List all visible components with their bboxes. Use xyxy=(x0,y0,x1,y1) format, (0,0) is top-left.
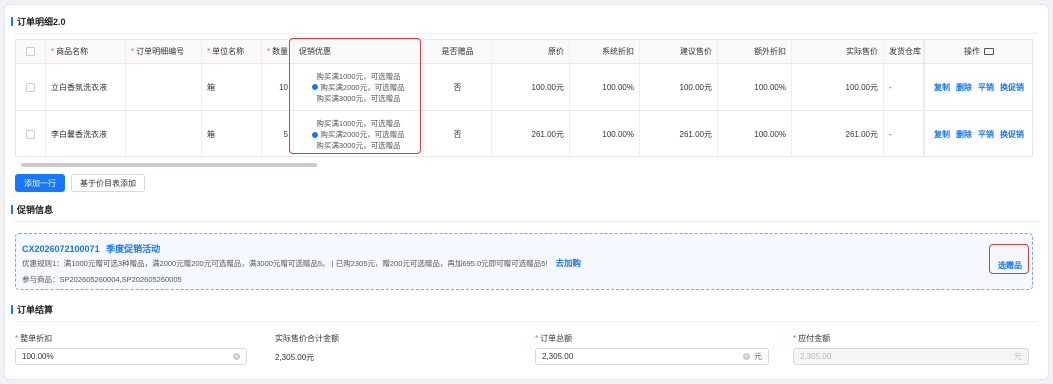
col-actual-price: 实际售价 xyxy=(846,47,878,56)
col-warehouse: 发货仓库 xyxy=(889,47,921,56)
payable-input: 2,305.00 元 xyxy=(793,348,1029,365)
cell-sys-discount: 100.00% xyxy=(570,111,640,156)
cell-warehouse[interactable]: - xyxy=(884,64,924,110)
clear-icon[interactable]: ✕ xyxy=(743,353,750,360)
flat-sale-link[interactable]: 平销 xyxy=(978,129,994,140)
cell-suggest-price: 261.00元 xyxy=(640,111,718,156)
cell-actual-price[interactable]: 100.00元 xyxy=(792,64,884,110)
cell-product-name[interactable]: 立白香氛洗衣液 xyxy=(46,64,126,110)
cell-is-gift: 否 xyxy=(424,111,492,156)
cell-extra-discount[interactable]: 100.00% xyxy=(718,64,792,110)
row-checkbox[interactable] xyxy=(26,82,35,92)
col-qty: 数量 xyxy=(272,47,289,56)
order-total-suffix: 元 xyxy=(754,352,762,361)
promotion-card: CX2026072100071 季度促销活动 优惠规则1：满1000元赠可选3种… xyxy=(15,233,1033,290)
section-title-order-detail: 订单明细2.0 xyxy=(11,15,66,28)
horizontal-scrollbar[interactable] xyxy=(21,163,317,167)
row-actions: 复制 删除 平销 换促销 xyxy=(924,64,1032,110)
col-product-name: 商品名称 xyxy=(56,47,89,56)
activity-name: 季度促销活动 xyxy=(106,244,161,254)
payable-label: 应付金额 xyxy=(798,334,831,343)
col-ops: 操作 xyxy=(964,47,980,56)
actual-total-label: 实际售价合计金额 xyxy=(275,334,339,343)
cell-suggest-price: 100.00元 xyxy=(640,64,718,110)
whole-discount-label: 整单折扣 xyxy=(20,334,53,343)
add-from-pricelist-button[interactable]: 基于价目表添加 xyxy=(71,174,145,192)
copy-link[interactable]: 复制 xyxy=(934,129,950,140)
col-suggest-price: 建议售价 xyxy=(680,47,712,56)
activity-code: CX2026072100071 xyxy=(22,244,100,254)
clear-icon[interactable]: ✕ xyxy=(233,353,240,360)
cell-product-name[interactable]: 李白馨香洗衣液 xyxy=(46,111,126,156)
change-promo-link[interactable]: 换促销 xyxy=(1000,82,1024,93)
col-is-gift: 是否赠品 xyxy=(441,47,474,56)
copy-link[interactable]: 复制 xyxy=(934,82,950,93)
col-extra-discount: 额外折扣 xyxy=(754,47,786,56)
select-gift-highlight xyxy=(989,244,1029,274)
cell-actual-price[interactable]: 261.00元 xyxy=(792,111,884,156)
col-sys-discount: 系统折扣 xyxy=(602,47,634,56)
table-header: * 商品名称 * 订单明细编号 * 单位名称 * 数量 促销优惠 是否赠品 原价 系统折… xyxy=(16,40,1032,64)
col-detail-no: 订单明细编号 xyxy=(136,47,185,56)
promo-column-highlight xyxy=(289,38,421,154)
row-checkbox[interactable] xyxy=(26,130,35,139)
delete-link[interactable]: 删除 xyxy=(956,129,972,140)
order-detail-table: * 商品名称 * 订单明细编号 * 单位名称 * 数量 促销优惠 是否赠品 原价 系统折… xyxy=(15,39,1033,157)
section-title-promotion: 促销信息 xyxy=(11,203,53,216)
select-all-checkbox[interactable] xyxy=(26,47,35,56)
delete-link[interactable]: 删除 xyxy=(956,82,972,93)
add-row-button[interactable]: 添加一行 xyxy=(15,174,65,192)
section-title-settlement: 订单结算 xyxy=(11,303,53,316)
change-promo-link[interactable]: 换促销 xyxy=(1000,129,1024,140)
order-total-input[interactable]: 2,305.00 ✕ 元 xyxy=(535,348,769,365)
col-unit: 单位名称 xyxy=(212,47,245,56)
cell-sys-discount: 100.00% xyxy=(570,64,640,110)
cell-is-gift: 否 xyxy=(424,64,492,110)
cell-orig-price: 100.00元 xyxy=(492,64,570,110)
cell-detail-no[interactable] xyxy=(126,111,202,156)
cell-warehouse[interactable]: - xyxy=(884,111,924,156)
order-card: 订单明细2.0 * 商品名称 * 订单明细编号 * 单位名称 * 数量 促销优惠 是否赠… xyxy=(4,4,1049,380)
column-settings-icon[interactable] xyxy=(984,48,994,55)
cell-extra-discount[interactable]: 100.00% xyxy=(718,111,792,156)
order-total-label: 订单总额 xyxy=(540,334,573,343)
promotion-rule: 优惠规则1：满1000元赠可选3种赠品，满2000元赠200元可选赠品，满300… xyxy=(22,259,548,268)
row-actions: 复制 删除 平销 换促销 xyxy=(924,111,1032,156)
col-orig-price: 原价 xyxy=(548,47,564,56)
add-more-link[interactable]: 去加购 xyxy=(556,258,582,268)
payable-suffix: 元 xyxy=(1014,352,1022,361)
table-row: 立白香氛洗衣液 箱 10 购买满1000元，可选赠品 购买满2000元，可选赠品… xyxy=(16,64,1032,111)
table-row: 李白馨香洗衣液 箱 5 购买满1000元，可选赠品 购买满2000元，可选赠品 … xyxy=(16,111,1032,156)
whole-discount-input[interactable]: 100.00% ✕ xyxy=(15,348,247,365)
cell-unit[interactable]: 箱 xyxy=(202,64,262,110)
actual-total-value: 2,305.00元 xyxy=(275,353,315,362)
cell-orig-price: 261.00元 xyxy=(492,111,570,156)
cell-detail-no[interactable] xyxy=(126,64,202,110)
flat-sale-link[interactable]: 平销 xyxy=(978,82,994,93)
participating-products: 参与商品：SP202605260004,SP202605260005 xyxy=(22,275,182,284)
cell-unit[interactable]: 箱 xyxy=(202,111,262,156)
